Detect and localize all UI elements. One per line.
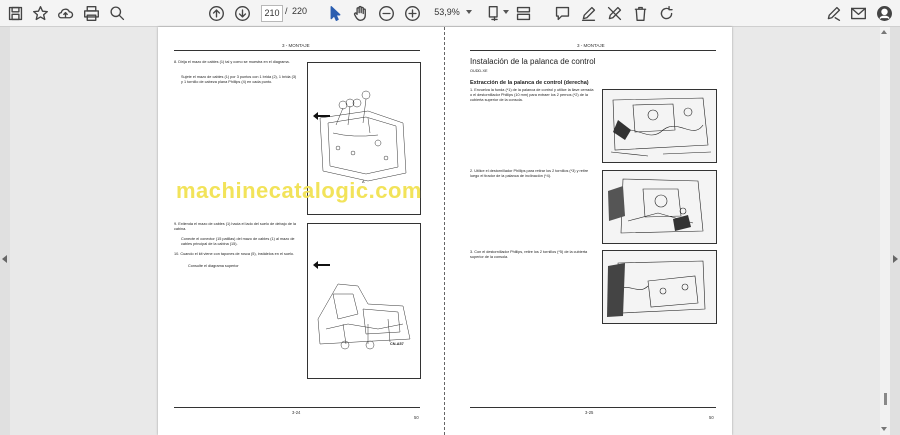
left-panel-toggle[interactable] bbox=[0, 27, 10, 435]
fill-sign-icon[interactable] bbox=[824, 4, 843, 23]
right-panel-toggle[interactable] bbox=[890, 27, 900, 435]
step-10-text: 10. Cuando el kit viene con tapones de r… bbox=[174, 252, 295, 256]
cab-harness-diagram bbox=[313, 261, 411, 350]
pdf-toolbar: 210 / 220 53,9% bbox=[0, 0, 900, 27]
account-avatar-icon[interactable] bbox=[875, 4, 894, 23]
left-page-header: 3 - MONTAJE bbox=[282, 43, 310, 48]
right-page: 3 - MONTAJE Instalación de la palanca de… bbox=[445, 27, 732, 435]
page-fit-icon[interactable] bbox=[485, 4, 504, 23]
header-rule bbox=[174, 50, 420, 51]
scroll-down-arrow-icon[interactable] bbox=[881, 427, 887, 431]
select-cursor-icon[interactable] bbox=[326, 4, 345, 23]
page-total: 220 bbox=[292, 6, 308, 16]
section-code: OUDD-XE bbox=[470, 69, 488, 73]
step-2-text: 2. Utilice el destornillador Phillips pa… bbox=[470, 169, 589, 178]
right-page-header: 3 - MONTAJE bbox=[577, 43, 605, 48]
zoom-in-icon[interactable] bbox=[403, 4, 422, 23]
previous-page-icon[interactable] bbox=[207, 4, 226, 23]
hand-pan-icon[interactable] bbox=[351, 4, 370, 23]
footer-rule bbox=[470, 407, 716, 408]
left-page-number: 3-24 bbox=[292, 410, 301, 415]
search-zoom-icon[interactable] bbox=[108, 4, 127, 23]
step-9-subtext: Conecte el conector (15 patillas) del ma… bbox=[181, 237, 295, 246]
zoom-level[interactable]: 53,9% bbox=[430, 5, 464, 20]
console-screws-photo bbox=[603, 251, 716, 323]
rotate-icon[interactable] bbox=[657, 4, 676, 23]
console-cover-photo bbox=[603, 90, 716, 162]
zoom-out-icon[interactable] bbox=[377, 4, 396, 23]
cloud-upload-icon[interactable] bbox=[56, 4, 75, 23]
tilt-lever-photo bbox=[603, 171, 716, 243]
bookmark-star-icon[interactable] bbox=[31, 4, 50, 23]
right-page-code: 50 bbox=[709, 415, 714, 420]
comment-icon[interactable] bbox=[553, 4, 572, 23]
left-page: 3 - MONTAJE 8. Dirija el mazo de cables … bbox=[158, 27, 444, 435]
site-watermark: machinecatalogic.com bbox=[176, 178, 422, 203]
email-icon[interactable] bbox=[849, 4, 868, 23]
expand-right-chevron-icon[interactable] bbox=[893, 255, 898, 263]
section-title: Instalación de la palanca de control bbox=[470, 57, 596, 66]
subsection-title: Extracción de la palanca de control (der… bbox=[470, 80, 589, 86]
save-icon[interactable] bbox=[6, 4, 25, 23]
step-8-text: 8. Dirija el mazo de cables (1) tal y co… bbox=[174, 60, 290, 64]
document-spread: 3 - MONTAJE 8. Dirija el mazo de cables … bbox=[158, 27, 732, 435]
page-separator: / bbox=[285, 6, 288, 16]
step-1-text: 1. Envuelva la funda (*1) de la palanca … bbox=[470, 88, 594, 102]
step-8-subtext: Sujete el mazo de cables (1) por 3 punto… bbox=[181, 75, 297, 84]
left-page-code: 50 bbox=[414, 415, 419, 420]
figure-cab-harness bbox=[307, 223, 421, 379]
footer-rule bbox=[174, 407, 420, 408]
page-number-input[interactable]: 210 bbox=[261, 5, 283, 22]
draw-pen-icon[interactable] bbox=[579, 4, 598, 23]
step-3-text: 3. Con el destornillador Phillips, retir… bbox=[470, 250, 588, 259]
print-icon[interactable] bbox=[82, 4, 101, 23]
step-9-text: 9. Extienda el mazo de cables (1) hacia … bbox=[174, 222, 297, 231]
figure-console-screws bbox=[602, 250, 717, 324]
delete-trash-icon[interactable] bbox=[631, 4, 650, 23]
vertical-scrollbar[interactable] bbox=[880, 27, 890, 435]
figure-callout-cn-a57: CN-A57 bbox=[390, 342, 404, 346]
expand-left-chevron-icon[interactable] bbox=[2, 255, 7, 263]
step-10-subtext: Consulte el diagrama superior bbox=[188, 264, 239, 268]
right-page-number: 3-25 bbox=[585, 410, 594, 415]
figure-console-cover bbox=[602, 89, 717, 163]
figure-tilt-lever bbox=[602, 170, 717, 244]
scrollbar-thumb[interactable] bbox=[884, 393, 887, 405]
erase-pen-icon[interactable] bbox=[605, 4, 624, 23]
scroll-mode-icon[interactable] bbox=[514, 4, 533, 23]
header-rule bbox=[470, 50, 716, 51]
page-fit-dropdown-icon[interactable] bbox=[503, 10, 509, 14]
next-page-icon[interactable] bbox=[233, 4, 252, 23]
zoom-dropdown-chevron-icon[interactable] bbox=[466, 10, 472, 14]
scroll-up-arrow-icon[interactable] bbox=[881, 30, 887, 34]
